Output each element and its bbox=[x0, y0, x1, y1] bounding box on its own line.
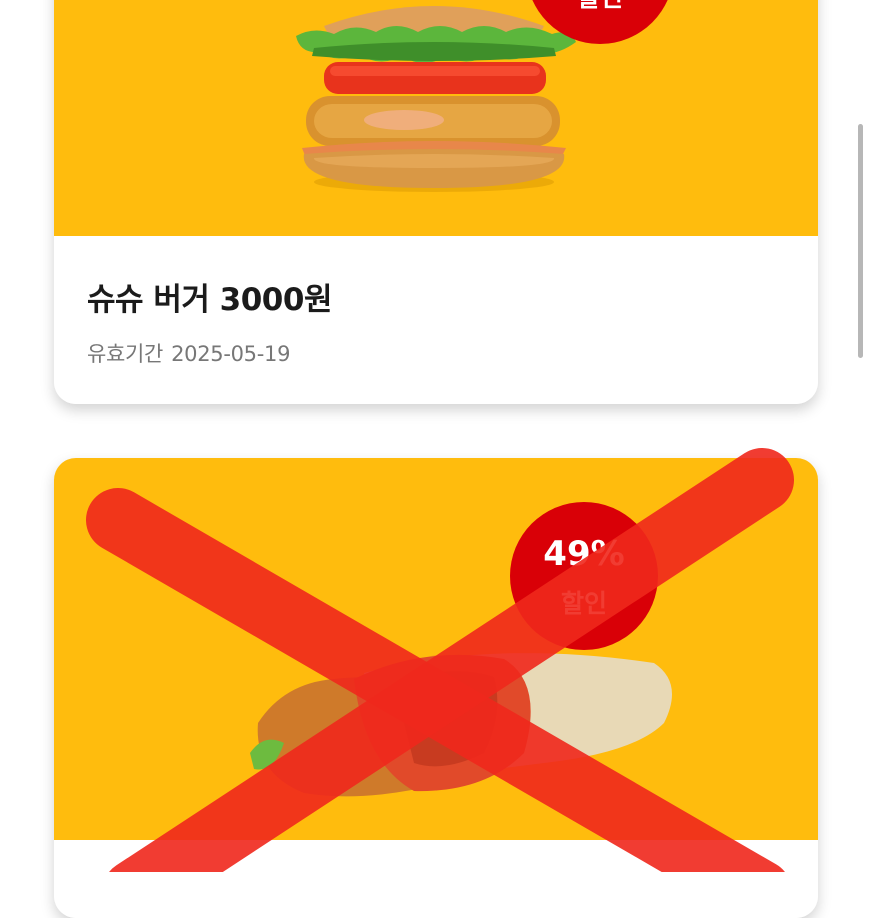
scrollbar[interactable] bbox=[858, 124, 863, 358]
coupon-image-area: 할인 bbox=[54, 0, 818, 236]
coupon-title: 슈슈 버거 3000원 bbox=[87, 282, 332, 318]
coupon-card[interactable]: 할인 슈슈 버거 3000원 유효기간 2025-05-19 bbox=[54, 0, 818, 404]
coupon-card[interactable]: 49% 할인 bbox=[54, 458, 818, 918]
coupon-image-area: 49% 할인 bbox=[54, 458, 818, 840]
burger-image bbox=[296, 6, 576, 192]
wrap-image bbox=[250, 653, 672, 797]
validity-label: 유효기간 bbox=[87, 342, 164, 366]
discount-label: 할인 bbox=[526, 0, 674, 14]
coupon-validity: 유효기간 2025-05-19 bbox=[87, 338, 290, 368]
coupon-info bbox=[54, 840, 818, 918]
discount-label: 할인 bbox=[560, 589, 607, 618]
discount-badge: 49% 할인 bbox=[510, 502, 658, 650]
validity-date: 2025-05-19 bbox=[171, 342, 291, 366]
coupon-info: 슈슈 버거 3000원 유효기간 2025-05-19 bbox=[54, 236, 818, 404]
discount-percent: 49% bbox=[543, 534, 625, 574]
